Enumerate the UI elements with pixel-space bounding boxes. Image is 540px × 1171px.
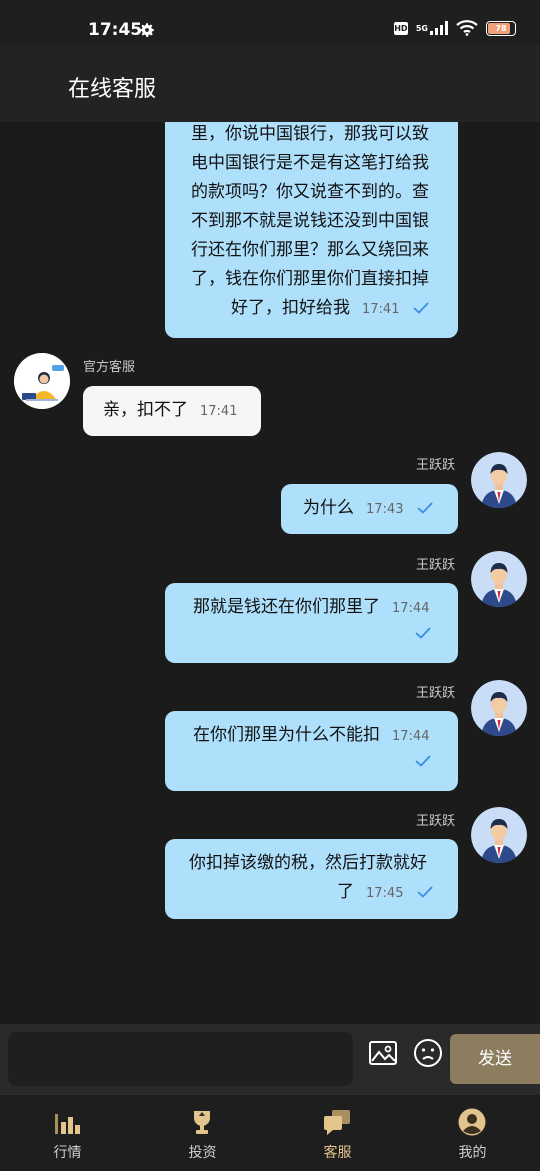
tab-invest[interactable]: 投资 — [135, 1095, 270, 1171]
sender-name: 王跃跃 — [416, 814, 456, 829]
read-check-icon — [415, 755, 431, 767]
sender-name: 官方客服 — [83, 360, 136, 375]
read-check-icon — [415, 627, 431, 639]
trophy-icon — [194, 1111, 210, 1134]
message-line: 里，你说中国银行，那我可以致 — [191, 124, 429, 144]
message-input-bar: 发送 — [0, 1024, 540, 1094]
message-line: 你扣掉该缴的税，然后打款就好 — [189, 853, 427, 873]
message-time: 17:43 — [366, 502, 404, 517]
message-text: 那就是钱还在你们那里了 — [193, 597, 380, 617]
message-text: 在你们那里为什么不能扣 — [193, 725, 380, 745]
tab-market[interactable]: 行情 — [0, 1095, 135, 1171]
message-input[interactable] — [8, 1032, 353, 1086]
status-time: 17:45 — [88, 20, 143, 40]
tab-label: 行情 — [53, 1145, 82, 1161]
gear-icon — [140, 23, 155, 37]
message-text: 亲，扣不了 — [103, 400, 188, 420]
message-bubble-incoming[interactable]: 亲，扣不了 17:41 — [83, 386, 261, 436]
page-header: 在线客服 — [0, 45, 540, 122]
message-bubble-outgoing[interactable]: 里，你说中国银行，那我可以致 电中国银行是不是有这笔打给我 的款项吗？你又说查不… — [165, 122, 458, 338]
message-line: 的款项吗？你又说查不到的。查 — [191, 182, 429, 202]
tab-profile[interactable]: 我的 — [405, 1095, 540, 1171]
businessman-avatar-icon — [471, 680, 527, 736]
user-icon — [458, 1108, 486, 1136]
hd-icon: HD — [393, 21, 408, 35]
message-bubble-outgoing[interactable]: 你扣掉该缴的税，然后打款就好 了 17:45 — [165, 839, 458, 919]
message-line: 好了，扣好给我 — [231, 298, 350, 318]
message-line: 行还在你们那里？那么又绕回来 — [191, 240, 429, 260]
chat-bubbles-icon — [324, 1110, 350, 1135]
businessman-avatar-icon — [471, 551, 527, 607]
message-line: 了，钱在你们那里你们直接扣掉 — [191, 269, 429, 289]
signal-icon — [430, 21, 448, 35]
businessman-avatar-icon — [471, 452, 527, 508]
message-text: 为什么 — [303, 498, 354, 518]
user-avatar[interactable] — [471, 452, 527, 508]
user-avatar[interactable] — [471, 807, 527, 863]
sender-name: 王跃跃 — [416, 686, 456, 701]
message-line: 了 — [337, 882, 354, 902]
page-title: 在线客服 — [68, 77, 157, 102]
user-avatar[interactable] — [471, 551, 527, 607]
battery-icon: 78 — [486, 20, 516, 36]
message-time: 17:44 — [392, 601, 430, 616]
read-check-icon — [417, 502, 433, 514]
message-bubble-outgoing[interactable]: 为什么 17:43 — [281, 484, 458, 534]
network-type-label: 5G — [415, 23, 428, 33]
message-bubble-outgoing[interactable]: 在你们那里为什么不能扣 17:44 — [165, 711, 458, 791]
image-picker-icon[interactable] — [368, 1038, 398, 1068]
wifi-icon — [456, 20, 478, 36]
battery-level: 78 — [495, 23, 507, 33]
message-bubble-outgoing[interactable]: 那就是钱还在你们那里了 17:44 — [165, 583, 458, 663]
read-check-icon — [413, 302, 429, 314]
message-time: 17:44 — [392, 729, 430, 744]
bottom-tab-bar: 行情 投资 客服 我的 — [0, 1094, 540, 1170]
message-time: 17:41 — [362, 302, 400, 317]
message-line: 不到那不就是说钱还没到中国银 — [191, 211, 429, 231]
sender-name: 王跃跃 — [416, 458, 456, 473]
message-time: 17:41 — [200, 404, 238, 419]
message-time: 17:45 — [366, 886, 404, 901]
tab-label: 投资 — [188, 1145, 217, 1161]
sender-name: 王跃跃 — [416, 558, 456, 573]
bar-chart-icon — [55, 1114, 80, 1134]
message-line: 电中国银行是不是有这笔打给我 — [191, 153, 429, 173]
support-agent-avatar[interactable] — [14, 353, 70, 409]
status-indicators: HD 5G 78 — [393, 20, 516, 36]
chat-area[interactable]: 里，你说中国银行，那我可以致 电中国银行是不是有这笔打给我 的款项吗？你又说查不… — [0, 122, 540, 1024]
user-avatar[interactable] — [471, 680, 527, 736]
tab-label: 我的 — [458, 1145, 487, 1161]
send-button[interactable]: 发送 — [450, 1034, 540, 1084]
businessman-avatar-icon — [471, 807, 527, 863]
read-check-icon — [417, 886, 433, 898]
tab-customer-service[interactable]: 客服 — [270, 1095, 405, 1171]
tab-label: 客服 — [323, 1145, 352, 1161]
agent-illustration-icon — [14, 353, 70, 409]
emoji-icon[interactable] — [413, 1038, 443, 1068]
